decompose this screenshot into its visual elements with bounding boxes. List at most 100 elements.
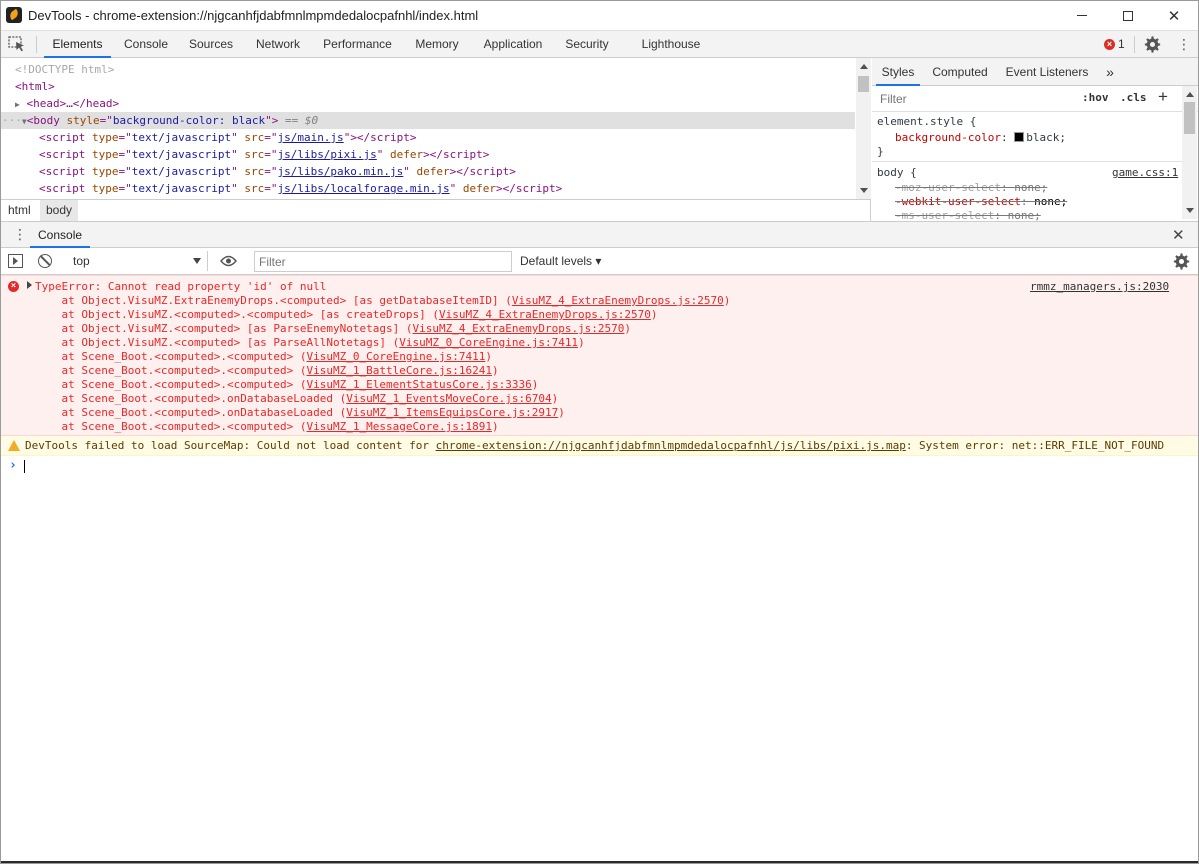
stack-frame-link[interactable]: VisuMZ_1_ElementStatusCore.js:3336	[307, 378, 532, 391]
scroll-up-icon[interactable]	[1186, 92, 1194, 97]
stack-frame-link[interactable]: VisuMZ_1_BattleCore.js:16241	[307, 364, 492, 377]
scroll-up-icon[interactable]	[860, 64, 868, 69]
javascript-context-select[interactable]: top	[66, 251, 208, 271]
console-error-message[interactable]: × TypeError: Cannot read property 'id' o…	[0, 275, 1199, 436]
tab-application[interactable]: Application	[474, 31, 552, 58]
tab-performance[interactable]: Performance	[315, 31, 400, 58]
settings-gear-icon[interactable]	[1144, 36, 1161, 53]
dom-line-script[interactable]: <script type="text/javascript" src="js/l…	[0, 146, 855, 163]
close-window-button[interactable]: ✕	[1151, 0, 1197, 31]
styles-pane: Styles Computed Event Listeners » :hov .…	[872, 58, 1199, 221]
stack-frame: at Object.VisuMZ.ExtraEnemyDrops.<comput…	[35, 294, 731, 307]
dom-line-script[interactable]: <script type="text/javascript" src="js/m…	[0, 129, 855, 146]
console-warning-message[interactable]: DevTools failed to load SourceMap: Could…	[0, 436, 1199, 456]
app-logo-icon	[6, 7, 22, 23]
styles-filter-input[interactable]	[876, 89, 1072, 109]
body-rule-selector: body {	[877, 166, 917, 179]
tab-styles[interactable]: Styles	[876, 58, 920, 86]
tab-memory[interactable]: Memory	[404, 31, 470, 58]
tab-security[interactable]: Security	[556, 31, 618, 58]
tab-network[interactable]: Network	[245, 31, 311, 58]
stack-frame: at Scene_Boot.<computed>.<computed> (Vis…	[35, 350, 492, 363]
stack-frame-link[interactable]: VisuMZ_0_CoreEngine.js:7411	[307, 350, 486, 363]
close-icon: ✕	[1167, 7, 1181, 25]
more-options-icon[interactable]: ⋮	[1177, 36, 1191, 53]
hov-toggle-button[interactable]: :hov	[1082, 91, 1109, 104]
stack-frame: at Object.VisuMZ.<computed> [as ParseAll…	[35, 336, 585, 349]
drawer-tab-console[interactable]: Console	[30, 222, 91, 248]
error-count-badge[interactable]: × 1	[1104, 37, 1125, 51]
color-swatch-icon[interactable]	[1014, 132, 1025, 142]
stack-frame-link[interactable]: VisuMZ_4_ExtraEnemyDrops.js:2570	[413, 322, 625, 335]
ellipsis-icon[interactable]: ···	[2, 114, 22, 127]
css-declaration-overridden[interactable]: -ms-user-select: none;	[895, 208, 1041, 221]
maximize-button[interactable]	[1105, 0, 1151, 31]
console-filter-input[interactable]	[254, 251, 512, 272]
stack-frame-link[interactable]: VisuMZ_4_ExtraEnemyDrops.js:2570	[439, 308, 651, 321]
stack-frame-link[interactable]: VisuMZ_0_CoreEngine.js:7411	[399, 336, 578, 349]
tab-elements[interactable]: Elements	[44, 31, 111, 58]
scrollbar-thumb[interactable]	[858, 76, 869, 92]
dom-line-head[interactable]: ▶ <head>…</head>	[0, 95, 855, 112]
scrollbar-thumb[interactable]	[1184, 102, 1195, 134]
scroll-down-icon[interactable]	[1186, 208, 1194, 213]
live-expression-eye-icon[interactable]	[220, 255, 237, 267]
dom-tree-scrollbar[interactable]	[856, 58, 871, 199]
console-prompt[interactable]: ›	[0, 456, 1199, 476]
stack-frame-link[interactable]: VisuMZ_1_ItemsEquipsCore.js:2917	[346, 406, 558, 419]
css-source-link[interactable]: game.css:1	[1112, 165, 1178, 180]
console-toolbar: top Default levels ▾	[0, 248, 1199, 275]
error-source-link[interactable]: rmmz_managers.js:2030	[1030, 280, 1169, 294]
minimize-button[interactable]	[1059, 0, 1105, 31]
expand-stack-triangle-icon[interactable]	[27, 281, 32, 289]
dom-line-script[interactable]: <script type="text/javascript" src="js/l…	[0, 163, 855, 180]
dom-line-doctype[interactable]: <!DOCTYPE html>	[0, 61, 855, 78]
dom-line-body-selected[interactable]: ···▼<body style="background-color: black…	[0, 112, 855, 129]
expand-triangle-icon[interactable]: ▶	[15, 100, 20, 109]
tab-event-listeners[interactable]: Event Listeners	[1002, 58, 1092, 86]
tab-console[interactable]: Console	[115, 31, 177, 58]
warning-text: DevTools failed to load SourceMap: Could…	[25, 439, 1165, 452]
stack-frame: at Object.VisuMZ.<computed> [as ParseEne…	[35, 322, 632, 335]
stack-frame-link[interactable]: VisuMZ_4_ExtraEnemyDrops.js:2570	[512, 294, 724, 307]
css-declaration-overridden[interactable]: -webkit-user-select: none;	[895, 194, 1067, 209]
console-messages: × TypeError: Cannot read property 'id' o…	[0, 275, 1199, 861]
more-tabs-icon[interactable]: »	[1100, 58, 1120, 86]
stack-frame: at Scene_Boot.<computed>.<computed> (Vis…	[35, 364, 499, 377]
minimize-icon	[1077, 15, 1087, 16]
log-levels-select[interactable]: Default levels ▾	[520, 251, 601, 272]
console-sidebar-toggle-icon[interactable]	[8, 254, 23, 268]
dom-line-script[interactable]: <script type="text/javascript" src="js/l…	[0, 180, 855, 197]
scroll-down-icon[interactable]	[860, 188, 868, 193]
drawer-close-icon[interactable]: ✕	[1172, 226, 1185, 244]
element-style-selector: element.style {	[877, 115, 977, 128]
element-style-declaration[interactable]: background-color: black;	[895, 130, 1066, 145]
error-icon: ×	[8, 281, 19, 292]
tab-computed[interactable]: Computed	[928, 58, 992, 86]
crumb-body[interactable]: body	[40, 200, 79, 221]
cls-toggle-button[interactable]: .cls	[1120, 91, 1147, 104]
stack-frame: at Scene_Boot.<computed>.onDatabaseLoade…	[35, 406, 565, 419]
stack-frame-link[interactable]: VisuMZ_1_MessageCore.js:1891	[307, 420, 492, 433]
close-brace: }	[877, 145, 884, 158]
dom-line-html[interactable]: <html>	[0, 78, 855, 95]
clear-console-icon[interactable]	[38, 254, 52, 268]
crumb-html[interactable]: html	[2, 200, 37, 221]
text-cursor	[24, 460, 25, 473]
styles-filter-row: :hov .cls +	[872, 86, 1199, 112]
context-value: top	[73, 254, 90, 268]
css-declaration-overridden[interactable]: -moz-user-select: none;	[895, 180, 1047, 195]
add-style-rule-button[interactable]: +	[1158, 87, 1168, 107]
inspect-element-icon[interactable]	[8, 36, 26, 52]
styles-scrollbar[interactable]	[1182, 86, 1197, 219]
sourcemap-link[interactable]: chrome-extension://njgcanhfjdabfmnlmpmde…	[436, 439, 906, 452]
console-settings-gear-icon[interactable]	[1173, 253, 1190, 270]
warning-icon	[8, 440, 20, 451]
tab-lighthouse[interactable]: Lighthouse	[632, 31, 710, 58]
drawer-menu-icon[interactable]: ⋮	[13, 226, 27, 244]
stack-frame: at Scene_Boot.<computed>.<computed> (Vis…	[35, 378, 539, 391]
error-icon: ×	[1104, 38, 1115, 50]
tab-sources[interactable]: Sources	[181, 31, 241, 58]
stack-frame-link[interactable]: VisuMZ_1_EventsMoveCore.js:6704	[346, 392, 551, 405]
stack-frame: at Object.VisuMZ.<computed>.<computed> […	[35, 308, 658, 321]
